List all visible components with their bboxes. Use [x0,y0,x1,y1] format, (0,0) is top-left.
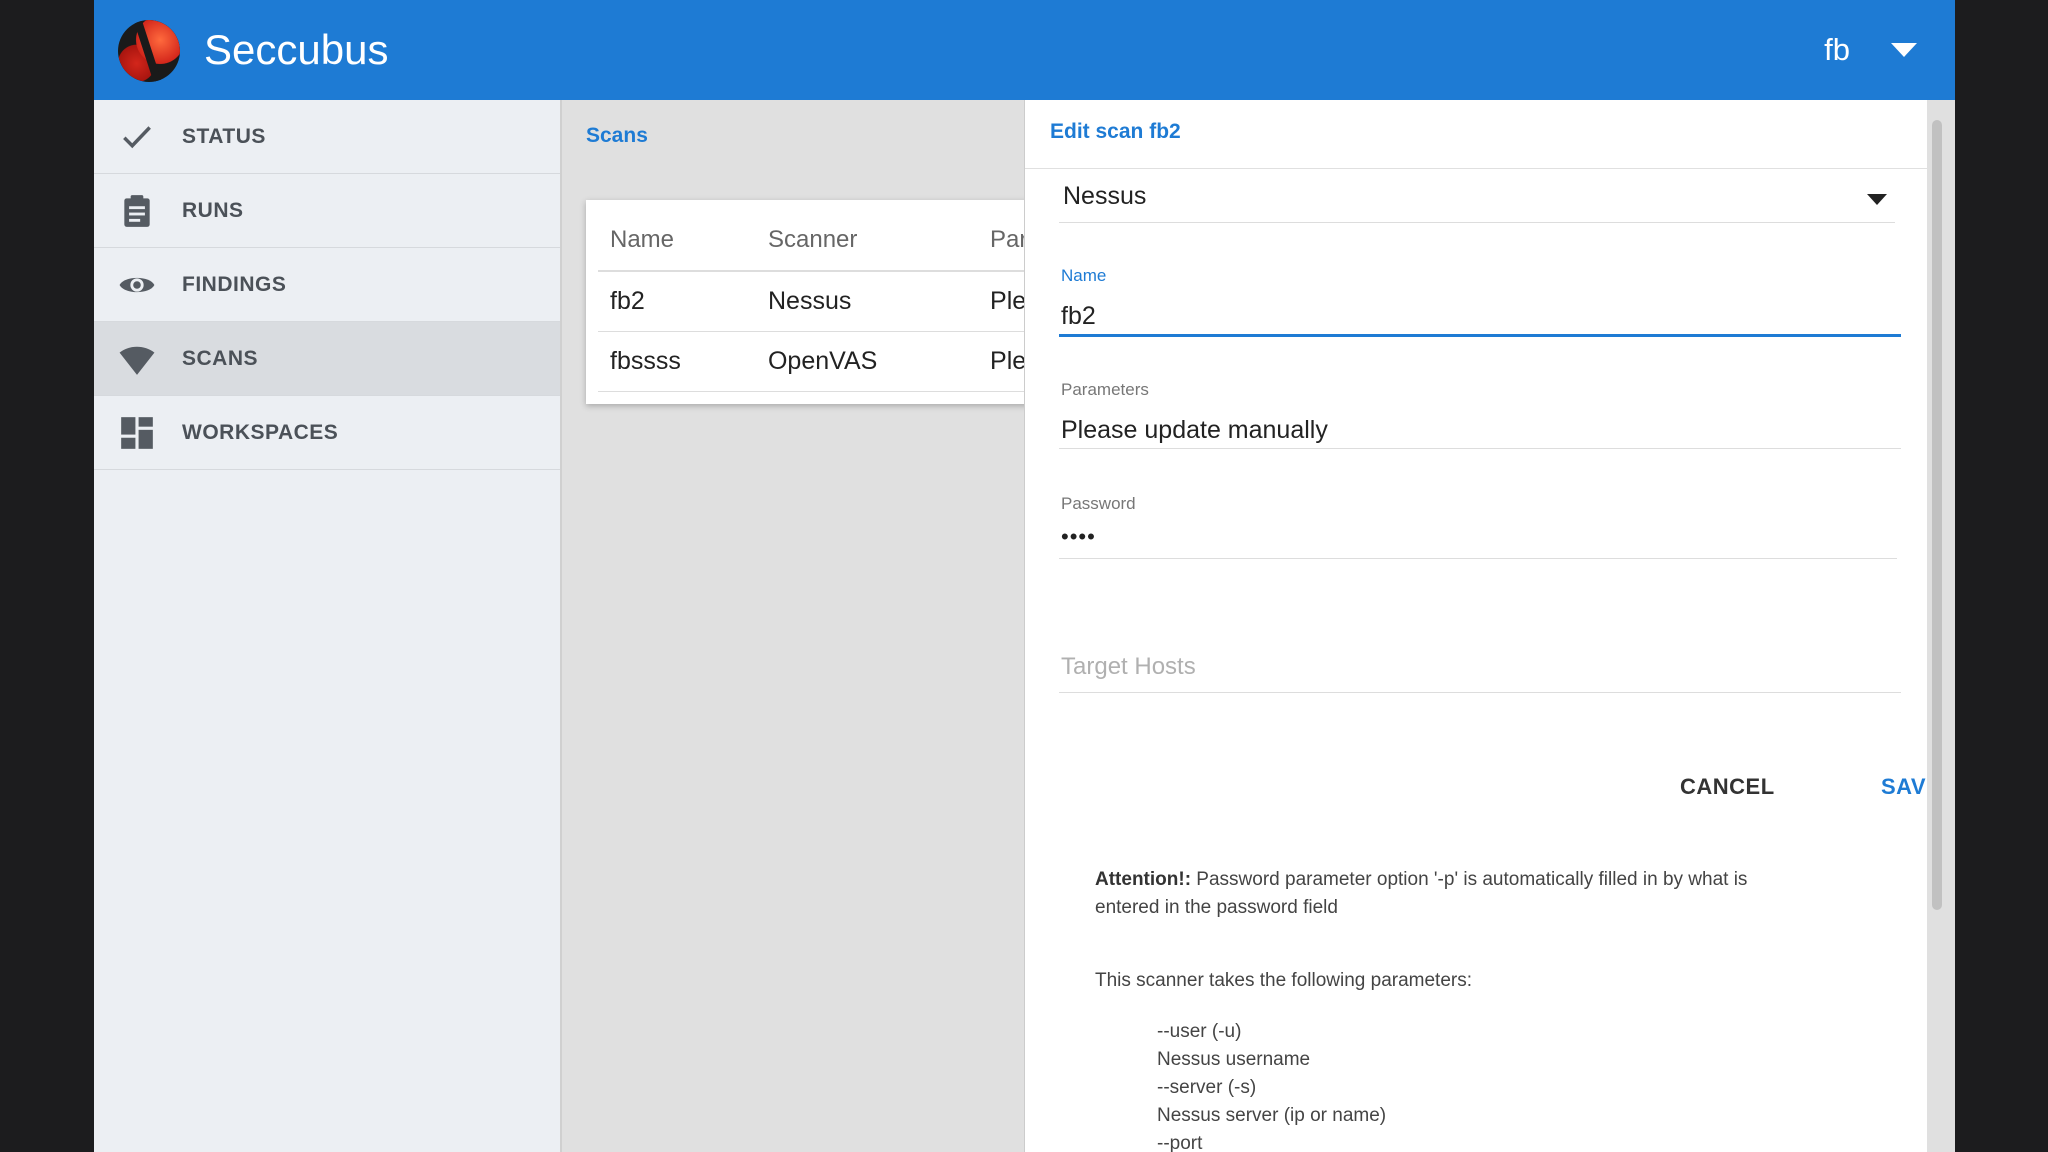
clipboard-icon [124,195,150,227]
sidebar-item-runs[interactable]: RUNS [94,174,560,248]
attention-label: Attention!: [1095,869,1192,890]
password-input[interactable]: •••• [1061,524,1096,550]
column-header-name[interactable]: Name [598,210,756,272]
user-name[interactable]: fb [1824,30,1850,70]
panel-title: Edit scan fb2 [1050,120,1181,143]
scanner-select[interactable]: Nessus [1059,180,1895,223]
column-header-scanner[interactable]: Scanner [755,210,979,272]
cell-scanner: Nessus [755,271,979,332]
list-item: --server (-s) [1157,1077,1257,1098]
app-window: Seccubus fb STATUS RUNS FINDINGS SCANS W… [94,0,1955,1152]
name-input[interactable] [1059,298,1901,337]
breadcrumb-scans[interactable]: Scans [586,124,648,148]
params-intro: This scanner takes the following paramet… [1095,970,1473,991]
list-item: Nessus username [1157,1049,1311,1070]
seccubus-logo [118,20,180,82]
sidebar-item-label: STATUS [182,125,266,148]
dashboard-icon [121,417,153,449]
check-icon [123,126,151,149]
cancel-button[interactable]: CANCEL [1672,768,1783,806]
sidebar-item-status[interactable]: STATUS [94,100,560,174]
cell-scanner: OpenVAS [755,331,979,392]
parameters-input[interactable] [1059,412,1901,449]
wifi-icon [119,346,155,375]
sidebar-item-label: SCANS [182,347,259,370]
sidebar-item-label: FINDINGS [182,273,287,296]
sidebar-item-label: RUNS [182,199,244,222]
attention-note: Attention!: Password parameter option '-… [1095,866,1815,922]
top-bar: Seccubus fb [94,0,1955,100]
sidebar: STATUS RUNS FINDINGS SCANS WORKSPACES [94,100,562,1152]
app-title: Seccubus [204,26,389,73]
sidebar-item-label: WORKSPACES [182,421,339,444]
sidebar-item-workspaces[interactable]: WORKSPACES [94,396,560,470]
save-button[interactable]: SAVE [1873,768,1927,806]
list-item: --user (-u) [1157,1021,1242,1042]
panel-scrollbar[interactable] [1932,120,1942,910]
parameters-label: Parameters [1061,380,1149,399]
chevron-down-icon [1867,194,1887,205]
scanner-select-value: Nessus [1063,182,1147,210]
sidebar-item-findings[interactable]: FINDINGS [94,248,560,322]
cell-name: fbssss [598,331,756,392]
list-item: --port [1157,1133,1203,1152]
target-hosts-input[interactable] [1059,642,1901,693]
attention-text: Password parameter option '-p' is automa… [1095,869,1748,918]
password-label: Password [1061,494,1136,513]
name-label: Name [1061,266,1107,285]
sidebar-item-scans[interactable]: SCANS [94,322,560,396]
eye-icon [119,277,155,293]
edit-scan-panel: Edit scan fb2 Nessus Name Parameters Pas… [1024,100,1927,1152]
params-list: --user (-u) Nessus username --server (-s… [1157,1018,1386,1152]
list-item: Nessus server (ip or name) [1157,1105,1387,1126]
panel-header: Edit scan fb2 [1025,100,1927,169]
user-menu-caret-icon[interactable] [1891,43,1917,57]
cell-name: fb2 [598,271,756,332]
